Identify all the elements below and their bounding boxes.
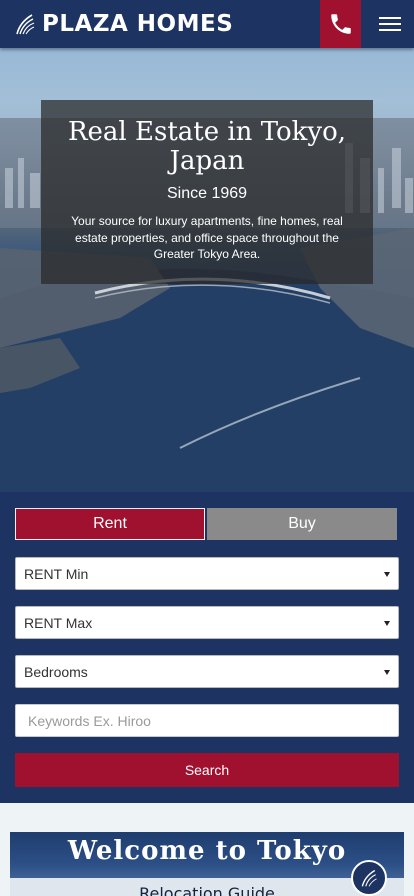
rent-min-value: RENT Min: [24, 565, 89, 582]
hero-text-box: Real Estate in Tokyo, Japan Since 1969 Y…: [41, 100, 373, 284]
call-button[interactable]: [320, 0, 361, 48]
logo-emblem-icon: [16, 14, 35, 35]
rent-max-value: RENT Max: [24, 614, 93, 631]
chevron-down-icon: [384, 670, 390, 675]
bedrooms-select[interactable]: Bedrooms: [15, 655, 399, 688]
tab-buy[interactable]: Buy: [207, 508, 397, 540]
rent-max-select[interactable]: RENT Max: [15, 606, 399, 639]
logo-emblem-icon: [361, 869, 377, 887]
chevron-down-icon: [384, 572, 390, 577]
hero-section: Real Estate in Tokyo, Japan Since 1969 Y…: [0, 48, 414, 492]
hero-since: Since 1969: [166, 185, 248, 202]
menu-button[interactable]: [366, 0, 414, 48]
relocation-guide-banner[interactable]: Welcome to Tokyo Relocation Guide: [10, 832, 404, 896]
phone-icon: [330, 14, 351, 34]
site-header: PLAZA HOMES: [0, 0, 414, 48]
keywords-input[interactable]: [15, 704, 399, 737]
rent-min-select[interactable]: RENT Min: [15, 557, 399, 590]
banner-subtitle: Relocation Guide: [139, 884, 275, 896]
site-logo[interactable]: PLAZA HOMES: [14, 10, 233, 38]
property-search-panel: Rent Buy RENT Min RENT Max Bedrooms Sear…: [0, 492, 414, 803]
search-button[interactable]: Search: [15, 753, 399, 787]
bedrooms-value: Bedrooms: [24, 663, 88, 680]
logo-text: PLAZA HOMES: [42, 11, 234, 37]
hero-description: Your source for luxury apartments, fine …: [71, 214, 343, 261]
hero-title: Real Estate in Tokyo, Japan: [67, 117, 347, 176]
chevron-down-icon: [384, 621, 390, 626]
hamburger-menu-icon: [379, 13, 401, 35]
banner-logo-icon: [351, 860, 387, 896]
tab-rent[interactable]: Rent: [15, 508, 205, 540]
banner-title: Welcome to Tokyo: [67, 836, 347, 866]
